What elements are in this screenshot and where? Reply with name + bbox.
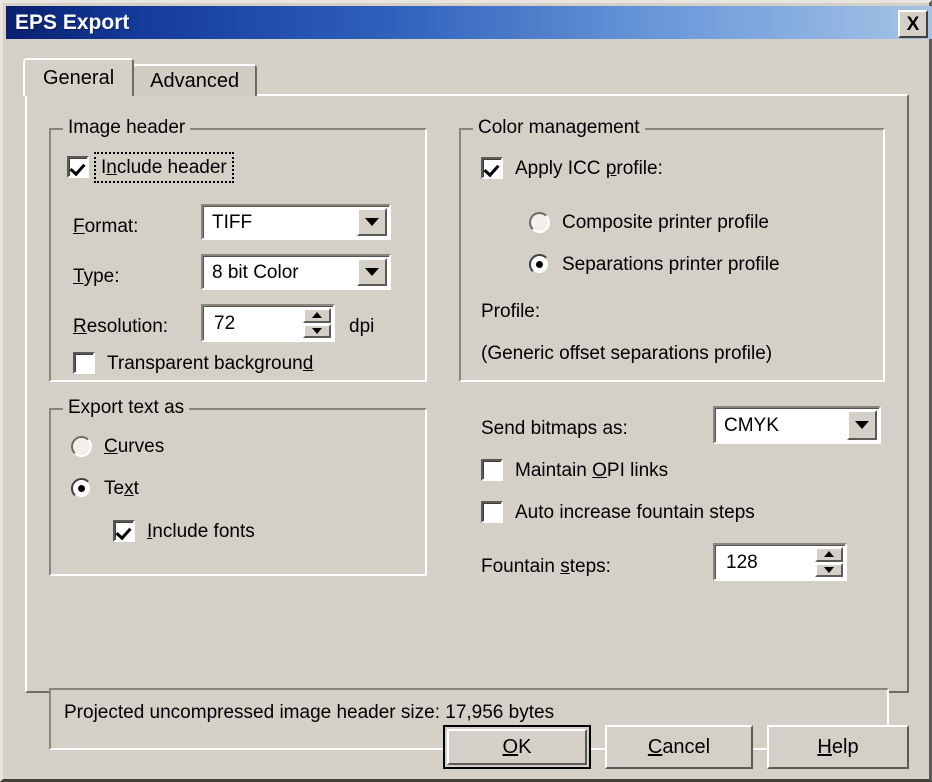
group-color-management: Color management Apply ICC profile: Comp… xyxy=(459,117,885,382)
tab-panel-general: Image header Include header Format: TIFF… xyxy=(25,94,909,750)
chevron-down-icon[interactable] xyxy=(357,208,387,236)
curves-radio-dot[interactable] xyxy=(71,436,92,457)
format-label: Format: xyxy=(73,216,139,237)
composite-printer-profile-label: Composite printer profile xyxy=(562,212,769,233)
format-combobox[interactable]: TIFF xyxy=(201,204,391,240)
type-label: Type: xyxy=(73,266,120,287)
transparent-background-label: Transparent background xyxy=(107,352,314,374)
include-header-checkbox-box[interactable] xyxy=(67,156,89,178)
checkbox-include-header[interactable]: Include header xyxy=(67,151,234,183)
group-color-management-label: Color management xyxy=(473,117,645,139)
eps-export-dialog: EPS Export X General Advanced Image head… xyxy=(0,0,932,782)
cancel-button-label: Cancel xyxy=(647,735,711,758)
close-icon-glyph: X xyxy=(906,13,920,35)
composite-printer-profile-radio-dot[interactable] xyxy=(529,212,550,233)
spinner-up-icon[interactable] xyxy=(815,547,843,562)
text-label: Text xyxy=(104,478,139,499)
radio-composite-printer-profile[interactable]: Composite printer profile xyxy=(529,212,769,233)
fountain-steps-value: 128 xyxy=(726,551,758,573)
include-fonts-checkbox-box[interactable] xyxy=(113,520,135,542)
separations-printer-profile-radio-dot[interactable] xyxy=(529,254,550,275)
status-text: Projected uncompressed image header size… xyxy=(64,702,555,723)
cancel-button[interactable]: Cancel xyxy=(605,725,753,769)
resolution-spinner-buttons[interactable] xyxy=(303,308,331,338)
radio-separations-printer-profile[interactable]: Separations printer profile xyxy=(529,254,780,275)
apply-icc-profile-label: Apply ICC profile: xyxy=(515,157,663,179)
group-export-text-as-label: Export text as xyxy=(63,397,190,419)
send-bitmaps-as-value: CMYK xyxy=(724,414,779,436)
help-button[interactable]: Help xyxy=(767,725,909,769)
resolution-label: Resolution: xyxy=(73,316,169,337)
tab-advanced[interactable]: Advanced xyxy=(132,64,258,96)
fountain-steps-label: Fountain steps: xyxy=(481,556,611,577)
type-combobox-value: 8 bit Color xyxy=(212,261,299,283)
chevron-down-icon[interactable] xyxy=(847,410,877,440)
group-image-header: Image header Include header Format: TIFF… xyxy=(49,117,427,382)
close-icon[interactable]: X xyxy=(898,10,928,38)
resolution-value: 72 xyxy=(214,312,236,334)
separations-printer-profile-label: Separations printer profile xyxy=(562,254,780,275)
send-bitmaps-as-label: Send bitmaps as: xyxy=(481,418,628,439)
chevron-down-icon[interactable] xyxy=(357,258,387,286)
help-button-label: Help xyxy=(817,735,859,758)
group-export-text-as: Export text as Curves Text Include fonts xyxy=(49,397,427,576)
profile-label: Profile: xyxy=(481,301,541,322)
window-title: EPS Export xyxy=(15,10,130,34)
group-image-header-label: Image header xyxy=(63,117,191,139)
radio-text[interactable]: Text xyxy=(71,478,139,499)
include-fonts-label: Include fonts xyxy=(147,520,255,542)
checkbox-maintain-opi-links[interactable]: Maintain OPI links xyxy=(481,459,668,481)
checkbox-include-fonts[interactable]: Include fonts xyxy=(113,520,255,542)
ok-button[interactable]: OK xyxy=(443,725,591,769)
tab-strip: General Advanced xyxy=(23,58,258,96)
tab-advanced-label: Advanced xyxy=(150,69,240,92)
spinner-down-icon[interactable] xyxy=(303,323,331,338)
fountain-steps-spinner-buttons[interactable] xyxy=(815,547,843,577)
checkbox-auto-increase-fountain-steps[interactable]: Auto increase fountain steps xyxy=(481,501,755,523)
curves-label: Curves xyxy=(104,436,165,457)
include-header-label: Include header xyxy=(94,151,234,183)
maintain-opi-links-label: Maintain OPI links xyxy=(515,459,669,481)
auto-increase-fountain-steps-checkbox-box[interactable] xyxy=(481,501,503,523)
text-radio-dot[interactable] xyxy=(71,478,92,499)
type-combobox[interactable]: 8 bit Color xyxy=(201,254,391,290)
tab-general[interactable]: General xyxy=(23,58,135,96)
title-bar[interactable]: EPS Export X xyxy=(6,6,932,39)
tab-general-label: General xyxy=(43,66,115,89)
send-bitmaps-as-combobox[interactable]: CMYK xyxy=(713,406,881,444)
ok-button-label: OK xyxy=(502,735,532,758)
maintain-opi-links-checkbox-box[interactable] xyxy=(481,459,503,481)
resolution-spinner[interactable]: 72 xyxy=(201,304,335,342)
spinner-up-icon[interactable] xyxy=(303,308,331,323)
checkbox-apply-icc-profile[interactable]: Apply ICC profile: xyxy=(481,157,663,179)
format-combobox-value: TIFF xyxy=(212,211,253,233)
spinner-down-icon[interactable] xyxy=(815,562,843,577)
resolution-unit-label: dpi xyxy=(349,316,375,337)
radio-curves[interactable]: Curves xyxy=(71,436,164,457)
apply-icc-profile-checkbox-box[interactable] xyxy=(481,157,503,179)
checkbox-transparent-background[interactable]: Transparent background xyxy=(73,352,313,374)
transparent-background-checkbox-box[interactable] xyxy=(73,352,95,374)
auto-increase-fountain-steps-label: Auto increase fountain steps xyxy=(515,501,755,523)
profile-value: (Generic offset separations profile) xyxy=(481,343,773,364)
fountain-steps-spinner[interactable]: 128 xyxy=(713,543,847,581)
